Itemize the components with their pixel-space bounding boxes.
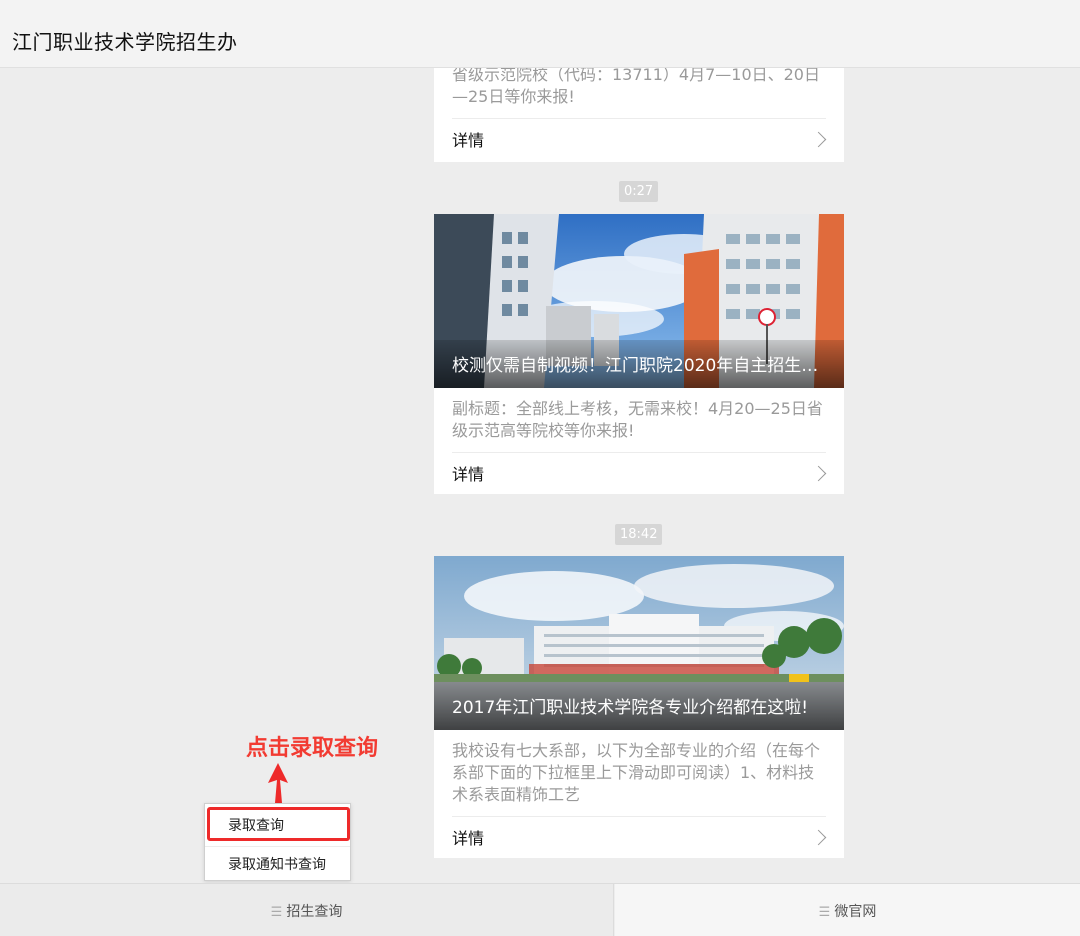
detail-label: 详情 bbox=[452, 829, 485, 848]
detail-link[interactable]: 详情 bbox=[452, 452, 827, 494]
article-title: 2017年江门职业技术学院各专业介绍都在这啦! bbox=[452, 698, 809, 718]
highlight-box bbox=[207, 807, 350, 841]
article-title: 校测仅需自制视频！江门职院2020年自主招生（... bbox=[452, 356, 826, 376]
detail-link[interactable]: 详情 bbox=[452, 816, 827, 858]
detail-label: 详情 bbox=[452, 131, 485, 150]
page-title-overlay: 江门职业技术学院招生办 bbox=[12, 30, 238, 54]
article-card[interactable]: 校测仅需自制视频！江门职院2020年自主招生（... 副标题：全部线上考核，无需… bbox=[434, 214, 844, 494]
menu-lines-icon: ☰ bbox=[818, 905, 831, 920]
article-description: 副标题：全部线上考核，无需来校！4月20—25日省级示范高等院校等你来报! bbox=[452, 399, 823, 440]
bottom-menu-bar: ☰ 招生查询 ☰ 微官网 bbox=[0, 883, 1080, 936]
article-card-partial[interactable]: 省级示范院校（代码：13711）4月7—10日、20日—25日等你来报! 详情 bbox=[434, 58, 844, 162]
time-stamp: 18:42 bbox=[615, 524, 663, 545]
cover-image[interactable]: 校测仅需自制视频！江门职院2020年自主招生（... bbox=[434, 214, 844, 388]
detail-label: 详情 bbox=[452, 465, 485, 484]
menu-tab-label: 微官网 bbox=[834, 904, 877, 920]
article-card[interactable]: 2017年江门职业技术学院各专业介绍都在这啦! 我校设有七大系部，以下为全部专业… bbox=[434, 556, 844, 858]
chevron-right-icon bbox=[810, 829, 827, 846]
menu-tab-label: 招生查询 bbox=[286, 904, 343, 920]
article-description: 我校设有七大系部，以下为全部专业的介绍（在每个系部下面的下拉框里上下滑动即可阅读… bbox=[452, 741, 821, 804]
menu-lines-icon: ☰ bbox=[270, 905, 283, 920]
menu-item-admission-letter-query[interactable]: 录取通知书查询 bbox=[205, 846, 350, 882]
chevron-right-icon bbox=[810, 465, 827, 482]
annotation-text: 点击录取查询 bbox=[246, 736, 379, 761]
menu-tab-micro-site[interactable]: ☰ 微官网 bbox=[615, 884, 1080, 936]
time-stamp: 0:27 bbox=[619, 181, 659, 202]
header-bar-overlay: 江门职业技术学院招生办 bbox=[0, 0, 1080, 68]
arrow-up-icon bbox=[268, 763, 288, 803]
cover-image[interactable]: 2017年江门职业技术学院各专业介绍都在这啦! bbox=[434, 556, 844, 730]
chevron-right-icon bbox=[810, 131, 827, 148]
detail-link[interactable]: 详情 bbox=[452, 118, 827, 160]
menu-tab-admission-query[interactable]: ☰ 招生查询 bbox=[0, 884, 614, 936]
